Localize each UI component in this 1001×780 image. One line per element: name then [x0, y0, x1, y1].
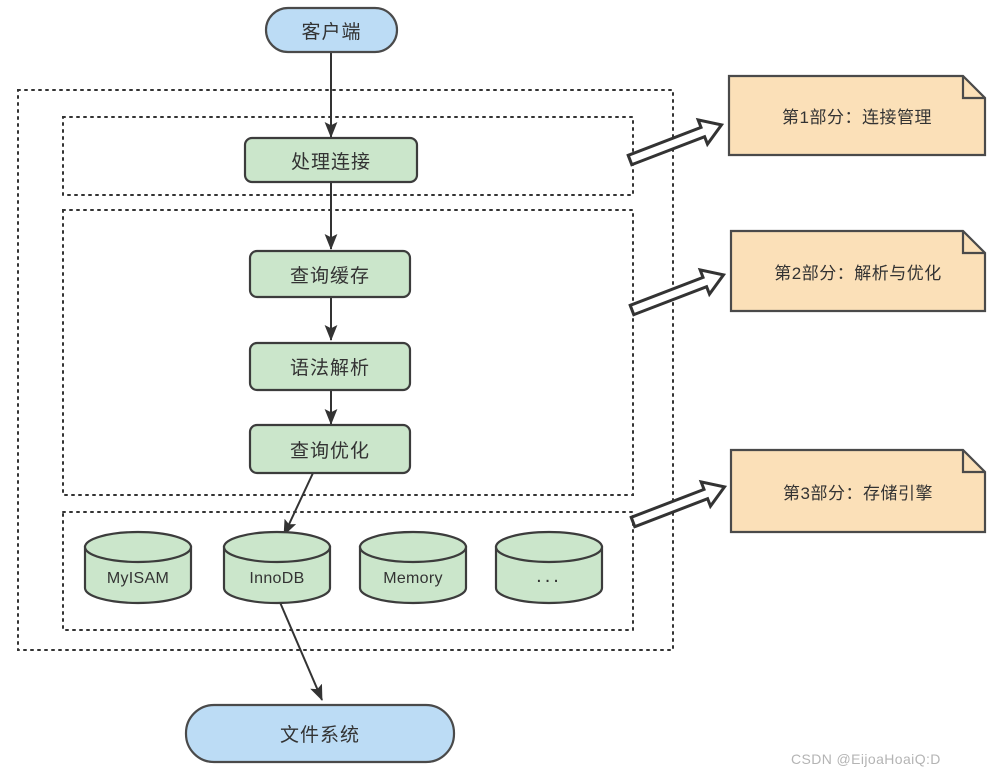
node-others[interactable]: [494, 530, 604, 605]
node-memory[interactable]: [358, 530, 468, 605]
node-query-optimize[interactable]: [248, 423, 412, 475]
note-2-shape[interactable]: [729, 229, 987, 313]
diagram-shapes-layer: [17, 6, 987, 764]
callout-arrow-2: [628, 267, 727, 317]
watermark-text: CSDN @EijoaHoaiQ:D: [791, 751, 941, 767]
node-syntax-parse[interactable]: [248, 341, 412, 392]
note-1-shape[interactable]: [727, 74, 987, 157]
note-3-shape[interactable]: [729, 448, 987, 534]
node-query-cache[interactable]: [248, 249, 412, 299]
node-filesystem[interactable]: [184, 703, 456, 764]
node-client[interactable]: [264, 6, 399, 54]
callout-arrow-3: [629, 479, 728, 529]
node-innodb[interactable]: [222, 530, 332, 605]
node-myisam[interactable]: [83, 530, 193, 605]
arrow-optimize-to-innodb: [283, 472, 314, 536]
callout-arrow-1: [626, 117, 725, 167]
diagram-canvas: 客户端 处理连接 查询缓存 语法解析 查询优化 MyISAM InnoDB Me…: [0, 0, 1001, 780]
node-handle-connection[interactable]: [243, 136, 419, 184]
